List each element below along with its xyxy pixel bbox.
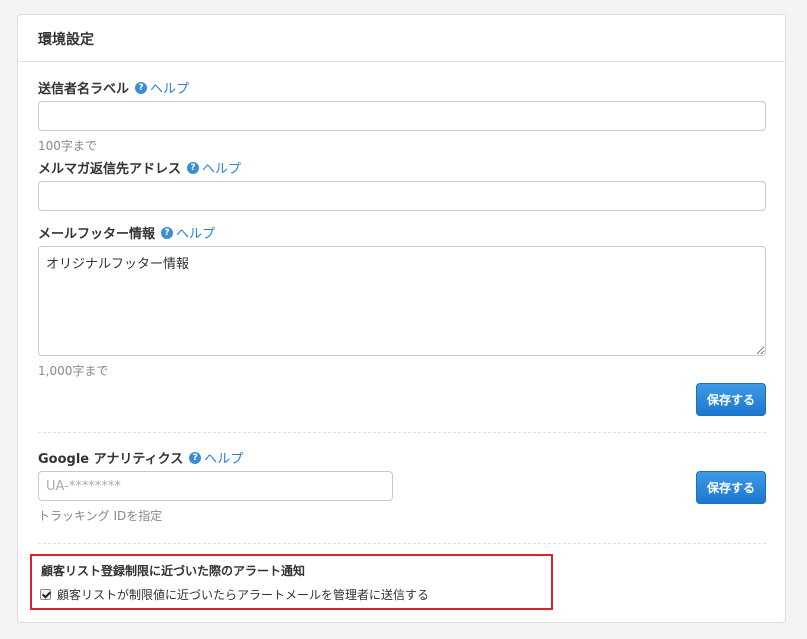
reply-address-input[interactable] bbox=[38, 181, 766, 211]
help-icon: ? bbox=[135, 81, 148, 94]
alert-title: 顧客リスト登録制限に近づいた際のアラート通知 bbox=[41, 564, 306, 578]
save-analytics-button[interactable]: 保存する bbox=[696, 471, 766, 504]
save-footer-button[interactable]: 保存する bbox=[696, 383, 766, 416]
analytics-label: Google アナリティクス bbox=[38, 452, 184, 467]
panel-title: 環境設定 bbox=[18, 15, 785, 62]
alert-checkbox[interactable] bbox=[40, 589, 51, 600]
alert-checkbox-label: 顧客リストが制限値に近づいたらアラートメールを管理者に送信する bbox=[57, 588, 430, 602]
sender-label-input[interactable] bbox=[38, 101, 766, 131]
footer-label: メールフッター情報 bbox=[38, 227, 156, 242]
reply-address-label: メルマガ返信先アドレス bbox=[38, 162, 182, 177]
divider bbox=[38, 543, 766, 544]
footer-textarea[interactable]: オリジナルフッター情報 bbox=[38, 246, 766, 356]
help-icon: ? bbox=[161, 226, 174, 239]
reply-address-heading: メルマガ返信先アドレス ? ヘルプ bbox=[38, 158, 241, 177]
help-icon: ? bbox=[189, 451, 202, 464]
help-icon: ? bbox=[187, 161, 200, 174]
analytics-heading: Google アナリティクス ? ヘルプ bbox=[38, 448, 243, 467]
analytics-hint: トラッキング IDを指定 bbox=[38, 509, 163, 523]
footer-hint: 1,000字まで bbox=[38, 364, 109, 378]
alert-checkbox-row[interactable]: 顧客リストが制限値に近づいたらアラートメールを管理者に送信する bbox=[40, 586, 429, 603]
sender-label-heading: 送信者名ラベル ? ヘルプ bbox=[38, 78, 189, 97]
analytics-help-link[interactable]: ヘルプ bbox=[204, 448, 243, 467]
sender-label-label: 送信者名ラベル bbox=[38, 82, 130, 97]
analytics-id-input[interactable] bbox=[38, 471, 393, 501]
alert-notification-section: 顧客リスト登録制限に近づいた際のアラート通知 顧客リストが制限値に近づいたらアラ… bbox=[30, 554, 553, 610]
sender-label-help-link[interactable]: ヘルプ bbox=[150, 78, 189, 97]
reply-address-help-link[interactable]: ヘルプ bbox=[202, 158, 241, 177]
footer-heading: メールフッター情報 ? ヘルプ bbox=[38, 223, 215, 242]
footer-help-link[interactable]: ヘルプ bbox=[176, 223, 215, 242]
sender-label-hint: 100字まで bbox=[38, 139, 97, 153]
divider bbox=[38, 432, 766, 433]
settings-panel: 環境設定 送信者名ラベル ? ヘルプ 100字まで メルマガ返信先アドレス ? … bbox=[17, 14, 786, 623]
